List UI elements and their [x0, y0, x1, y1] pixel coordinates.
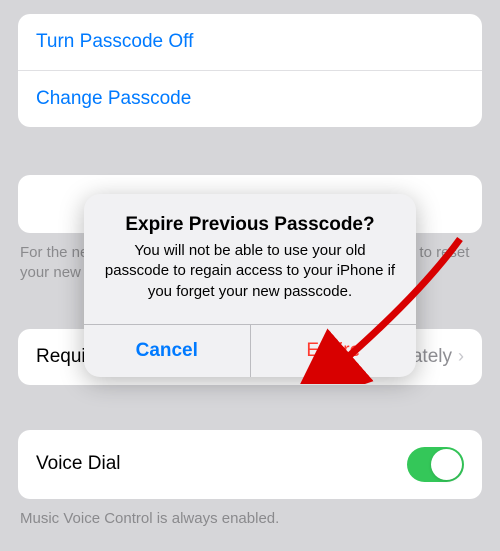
expire-passcode-dialog: Expire Previous Passcode? You will not b…: [84, 194, 416, 377]
dialog-overlay: Expire Previous Passcode? You will not b…: [0, 14, 500, 551]
dialog-message: You will not be able to use your old pas…: [102, 241, 398, 302]
dialog-title: Expire Previous Passcode?: [102, 214, 398, 236]
dialog-buttons: Cancel Expire: [84, 324, 416, 377]
cancel-button[interactable]: Cancel: [84, 325, 251, 377]
expire-button[interactable]: Expire: [251, 325, 417, 377]
dialog-content: Expire Previous Passcode? You will not b…: [84, 194, 416, 324]
